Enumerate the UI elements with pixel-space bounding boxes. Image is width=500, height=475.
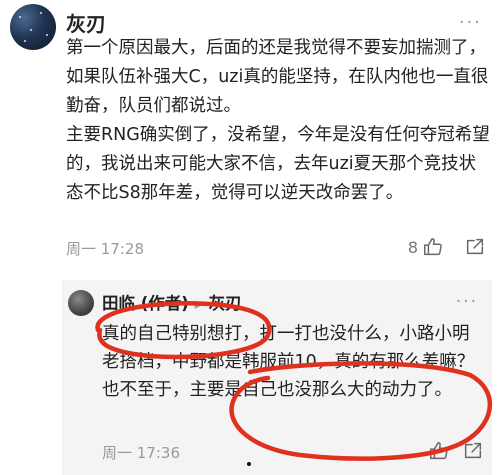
comment-paragraph: 第一个原因最大，后面的还是我觉得不要妄加揣测了，如果队伍补强大C，uzi真的能坚…	[66, 38, 489, 116]
reply-to-user[interactable]: 灰刃	[209, 294, 242, 313]
thumbs-up-icon[interactable]	[428, 440, 450, 462]
comment-timestamp: 周一 17:28	[66, 240, 144, 258]
thumbs-up-icon	[424, 238, 442, 256]
comment-paragraph: 主要RNG确实倒了，没希望，今年是没有任何夺冠希望的，我说出来可能大家不信，去年…	[66, 125, 490, 203]
reply-author[interactable]: 田临	[102, 294, 135, 313]
share-icon[interactable]	[462, 440, 484, 462]
more-icon[interactable]: ···	[459, 12, 482, 33]
reply-arrow-icon: ▸	[194, 294, 203, 313]
author-tag: (作者)	[140, 294, 189, 313]
user-avatar[interactable]	[10, 4, 56, 50]
like-count: 8	[407, 237, 418, 257]
like-button[interactable]: 8	[408, 236, 444, 258]
author-avatar[interactable]	[68, 290, 94, 316]
comment-text: 第一个原因最大，后面的还是我觉得不要妄加揣测了，如果队伍补强大C，uzi真的能坚…	[66, 34, 490, 208]
reply-timestamp: 周一 17:36	[102, 444, 180, 462]
reply-text: 真的自己特别想打，打一打也没什么，小路小明老搭档，中野都是韩服前10，真的有那么…	[102, 324, 475, 400]
page-dot	[247, 462, 251, 466]
share-icon[interactable]	[464, 236, 486, 258]
comment-username[interactable]: 灰刃	[66, 8, 106, 37]
reply-header: 田临 (作者) ▸ 灰刃	[102, 290, 242, 314]
comment-card: 灰刃 ··· 第一个原因最大，后面的还是我觉得不要妄加揣测了，如果队伍补强大C，…	[0, 0, 500, 270]
author-reply: 田临 (作者) ▸ 灰刃 ··· 真的自己特别想打，打一打也没什么，小路小明老搭…	[62, 280, 492, 475]
more-icon[interactable]: ···	[456, 292, 478, 312]
